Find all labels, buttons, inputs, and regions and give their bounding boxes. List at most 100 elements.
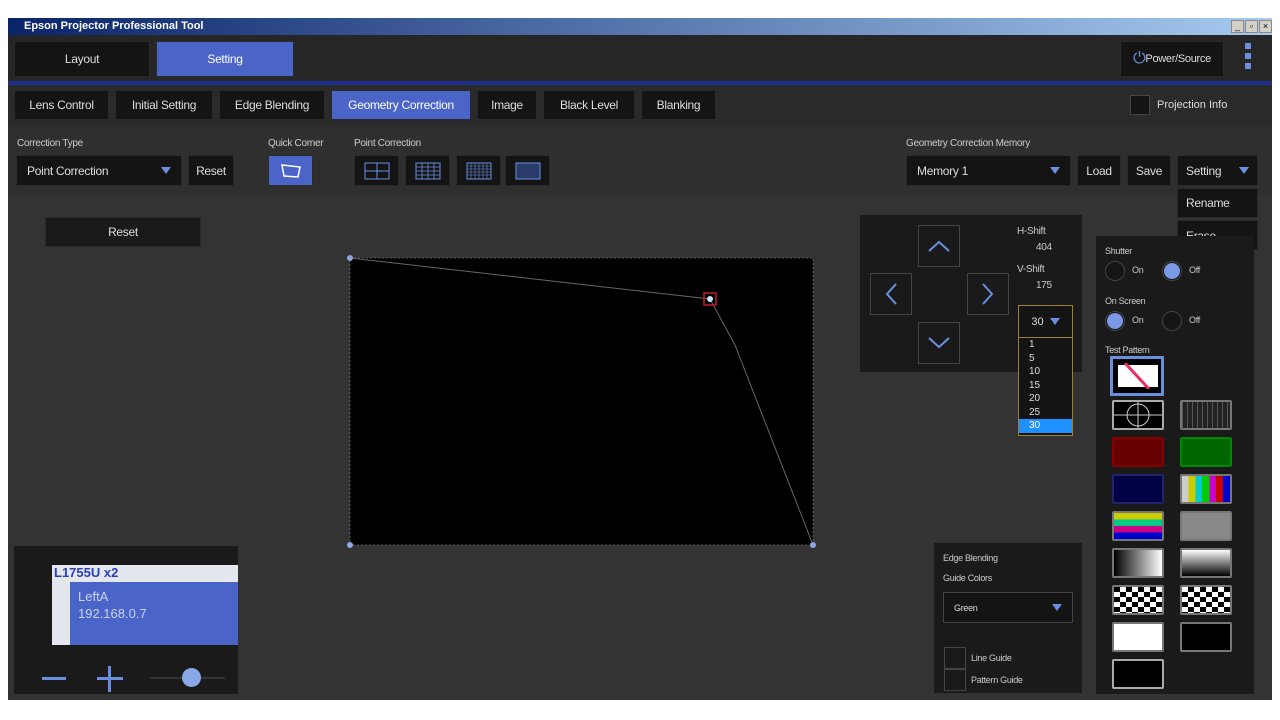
shift-right-button[interactable] <box>967 273 1009 315</box>
layout-preview[interactable]: L1755U x2 LeftA 192.168.0.7 <box>52 565 238 645</box>
test-pattern-crosshatch-circle[interactable] <box>1112 400 1164 430</box>
pattern-guide-checkbox[interactable] <box>944 669 966 691</box>
on-screen-on-label: On <box>1132 315 1144 325</box>
shutter-on-label: On <box>1132 265 1144 275</box>
corner-point[interactable] <box>810 542 816 548</box>
test-pattern-color-bars[interactable] <box>1180 474 1232 504</box>
test-pattern-v-gradient[interactable] <box>1180 548 1232 578</box>
step-option[interactable]: 10 <box>1019 365 1072 379</box>
corner-point[interactable] <box>347 255 353 261</box>
step-option[interactable]: 1 <box>1019 338 1072 352</box>
step-option[interactable]: 25 <box>1019 406 1072 420</box>
guide-colors-label: Guide Colors <box>943 573 992 583</box>
projection-info-label: Projection Info <box>1157 99 1228 111</box>
v-shift-label: V-Shift <box>1017 264 1045 275</box>
chevron-down-icon <box>1239 167 1249 174</box>
memory-setting-select[interactable]: Setting <box>1177 155 1258 186</box>
subtab-edge-blending[interactable]: Edge Blending <box>219 90 325 120</box>
zoom-out-button[interactable] <box>42 677 66 680</box>
minimize-button[interactable]: _ <box>1231 20 1244 33</box>
step-option[interactable]: 30 <box>1019 419 1072 433</box>
projector-tile[interactable]: LeftA 192.168.0.7 <box>70 582 238 645</box>
test-pattern-h-gradient[interactable] <box>1112 548 1164 578</box>
shutter-on-radio[interactable] <box>1105 261 1125 281</box>
test-pattern-red[interactable] <box>1112 437 1164 467</box>
test-pattern-blue[interactable] <box>1112 474 1164 504</box>
more-menu-icon[interactable] <box>1245 43 1251 69</box>
test-pattern-black[interactable] <box>1180 622 1232 652</box>
test-pattern-grid[interactable] <box>1180 400 1232 430</box>
test-pattern-checker-2[interactable] <box>1180 585 1232 615</box>
shift-left-button[interactable] <box>870 273 912 315</box>
step-option[interactable]: 5 <box>1019 352 1072 366</box>
power-source-button[interactable]: ⏻ Power/Source <box>1120 41 1224 77</box>
step-options-list: 1 5 10 15 20 25 30 <box>1018 338 1073 436</box>
correction-reset-button[interactable]: Reset <box>188 155 234 186</box>
test-pattern-white[interactable] <box>1112 622 1164 652</box>
corner-point[interactable] <box>347 542 353 548</box>
memory-load-button[interactable]: Load <box>1077 155 1121 186</box>
chevron-down-icon <box>1052 604 1062 611</box>
zoom-in-button[interactable] <box>97 666 123 692</box>
subtab-lens-control[interactable]: Lens Control <box>14 90 109 120</box>
on-screen-on-radio[interactable] <box>1105 311 1125 331</box>
tab-layout[interactable]: Layout <box>14 41 150 77</box>
shift-down-button[interactable] <box>918 322 960 364</box>
projector-ip: 192.168.0.7 <box>78 606 147 621</box>
chevron-left-icon <box>885 283 897 305</box>
maximize-button[interactable]: ▫ <box>1245 20 1258 33</box>
chevron-down-icon <box>1049 318 1060 325</box>
test-pattern-frame[interactable] <box>1112 659 1164 689</box>
test-pattern-focus[interactable] <box>1180 511 1232 541</box>
memory-select[interactable]: Memory 1 <box>906 155 1071 186</box>
quick-corner-button[interactable] <box>268 155 313 186</box>
shutter-label: Shutter <box>1105 246 1132 256</box>
menu-item-rename[interactable]: Rename <box>1177 188 1258 218</box>
test-pattern-horizontal-bars[interactable] <box>1112 511 1164 541</box>
power-icon: ⏻ <box>1133 50 1146 67</box>
tab-setting[interactable]: Setting <box>156 41 294 77</box>
close-button[interactable]: × <box>1259 20 1272 33</box>
point-grid-9x9-button[interactable] <box>505 155 550 186</box>
chevron-up-icon <box>928 240 950 252</box>
h-shift-label: H-Shift <box>1017 226 1046 237</box>
subtab-blanking[interactable]: Blanking <box>641 90 716 120</box>
point-correction-label: Point Correction <box>354 138 421 149</box>
subtab-geometry-correction[interactable]: Geometry Correction <box>331 90 471 120</box>
correction-canvas[interactable] <box>340 248 825 558</box>
test-pattern-off[interactable] <box>1110 356 1164 396</box>
shutter-off-radio[interactable] <box>1162 261 1182 281</box>
chevron-down-icon <box>161 167 171 174</box>
test-pattern-label: Test Pattern <box>1105 345 1150 355</box>
memory-save-button[interactable]: Save <box>1127 155 1171 186</box>
v-shift-value: 175 <box>1036 280 1052 291</box>
selected-point[interactable] <box>707 296 713 302</box>
on-screen-off-radio[interactable] <box>1162 311 1182 331</box>
subtab-image[interactable]: Image <box>477 90 537 120</box>
edge-blending-title: Edge Blending <box>943 553 998 563</box>
window-title: Epson Projector Professional Tool <box>8 18 1272 35</box>
grid-3x3-icon <box>415 162 440 179</box>
subtab-initial-setting[interactable]: Initial Setting <box>115 90 213 120</box>
guide-color-select[interactable]: Green <box>943 592 1073 623</box>
pattern-guide-label: Pattern Guide <box>971 675 1023 685</box>
circle-pattern-icon <box>1114 402 1162 428</box>
main-reset-button[interactable]: Reset <box>45 217 201 247</box>
point-grid-3x3-button[interactable] <box>405 155 450 186</box>
correction-type-select[interactable]: Point Correction <box>16 155 182 186</box>
shutter-off-label: Off <box>1189 265 1200 275</box>
on-screen-off-label: Off <box>1189 315 1200 325</box>
step-option[interactable]: 20 <box>1019 392 1072 406</box>
point-grid-2x2-button[interactable] <box>354 155 399 186</box>
point-grid-5x5-button[interactable] <box>456 155 501 186</box>
line-guide-checkbox[interactable] <box>944 647 966 669</box>
line-guide-label: Line Guide <box>971 653 1012 663</box>
test-pattern-checker-1[interactable] <box>1112 585 1164 615</box>
shift-up-button[interactable] <box>918 225 960 267</box>
step-option[interactable]: 15 <box>1019 379 1072 393</box>
projection-info-checkbox[interactable] <box>1130 95 1150 115</box>
test-pattern-green[interactable] <box>1180 437 1232 467</box>
grid-2x2-icon <box>364 162 389 179</box>
step-select[interactable]: 30 <box>1018 305 1073 338</box>
subtab-black-level[interactable]: Black Level <box>543 90 635 120</box>
